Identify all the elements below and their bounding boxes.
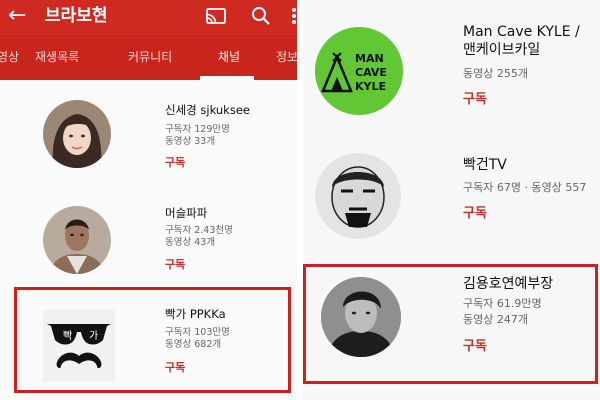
video-count: 동영상 43개 [165, 237, 216, 248]
avatar[interactable]: MAN CAVE KYLE [315, 27, 403, 115]
active-tab-indicator [200, 76, 254, 80]
avatar[interactable] [43, 206, 111, 274]
cast-icon[interactable] [206, 8, 226, 25]
video-count: 동영상 33개 [165, 136, 216, 147]
tab-playlists[interactable]: 재생목록 [35, 49, 79, 65]
channel-title: 브라보현 [45, 6, 108, 26]
channel-name-line2[interactable]: 맨케이브카일 [463, 41, 540, 59]
tab-channels[interactable]: 채널 [218, 49, 240, 65]
video-count: 동영상 255개 [463, 67, 528, 80]
logo-text-line3: KYLE [355, 80, 386, 93]
channel-meta: 구독자 67명 · 동영상 557 [463, 181, 587, 194]
left-screenshot-panel: ← 브라보현 영상 재생목록 커뮤니티 채널 정보 신세경 sjkuksee 구… [0, 0, 297, 400]
app-bar: ← 브라보현 [0, 0, 297, 35]
subscribe-button[interactable]: 구독 [463, 92, 487, 108]
subscribe-button[interactable]: 구독 [165, 156, 185, 170]
channel-name[interactable]: 머슬파파 [165, 206, 207, 220]
highlight-box [14, 287, 291, 393]
logo-text-line2: CAVE [355, 66, 387, 79]
channel-name[interactable]: 빡건TV [463, 156, 507, 174]
channel-name[interactable]: Man Cave KYLE / [463, 23, 580, 41]
subscribe-button[interactable]: 구독 [165, 258, 185, 272]
channel-name[interactable]: 신세경 sjkuksee [165, 103, 250, 117]
avatar[interactable] [315, 153, 401, 239]
tab-about[interactable]: 정보 [276, 49, 297, 65]
highlight-box [303, 264, 598, 384]
logo-text-line1: MAN [355, 52, 384, 65]
subscribe-button[interactable]: 구독 [463, 206, 487, 222]
search-icon[interactable] [251, 6, 271, 26]
tab-videos[interactable]: 영상 [0, 49, 19, 65]
tab-bar: 영상 재생목록 커뮤니티 채널 정보 [0, 35, 297, 80]
subscriber-count: 구독자 129만명 [165, 124, 230, 135]
tab-community[interactable]: 커뮤니티 [128, 49, 172, 65]
subscriber-count: 구독자 2.43천명 [165, 225, 233, 236]
man-cave-kyle-logo: MAN CAVE KYLE [315, 27, 403, 115]
back-arrow-icon[interactable]: ← [8, 2, 26, 30]
avatar[interactable] [43, 100, 111, 168]
right-screenshot-panel: MAN CAVE KYLE Man Cave KYLE / 맨케이브카일 동영상… [303, 0, 600, 400]
